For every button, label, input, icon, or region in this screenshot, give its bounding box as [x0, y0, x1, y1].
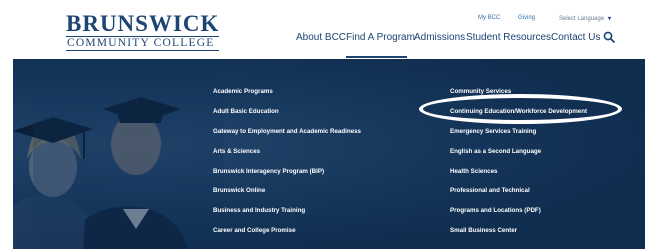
- college-logo[interactable]: BRUNSWICK COMMUNITY COLLEGE: [66, 11, 220, 51]
- chevron-down-icon: ▾: [608, 16, 612, 22]
- find-a-program-menu: Academic Programs Adult Basic Education …: [13, 59, 645, 249]
- menu-item-health-sciences[interactable]: Health Sciences: [450, 168, 497, 175]
- menu-item-emergency-services[interactable]: Emergency Services Training: [450, 128, 536, 135]
- nav-student-resources[interactable]: Student Resources: [466, 32, 551, 43]
- active-nav-indicator: [346, 56, 407, 58]
- menu-item-adult-basic-education[interactable]: Adult Basic Education: [213, 108, 279, 115]
- menu-item-esl[interactable]: English as a Second Language: [450, 148, 541, 155]
- menu-item-arts-sciences[interactable]: Arts & Sciences: [213, 148, 260, 155]
- menu-item-gateway[interactable]: Gateway to Employment and Academic Readi…: [213, 128, 361, 135]
- language-label: Select Language: [559, 16, 605, 22]
- mybcc-link[interactable]: My BCC: [478, 15, 500, 21]
- nav-contact-us[interactable]: Contact Us: [551, 32, 600, 43]
- site-header: BRUNSWICK COMMUNITY COLLEGE My BCC Givin…: [0, 0, 665, 57]
- menu-item-career-college-promise[interactable]: Career and College Promise: [213, 227, 296, 234]
- menu-item-programs-locations[interactable]: Programs and Locations (PDF): [450, 207, 541, 214]
- menu-item-bip[interactable]: Brunswick Interagency Program (BIP): [213, 168, 324, 175]
- search-icon[interactable]: [603, 31, 615, 43]
- language-select[interactable]: Select Language ▾: [559, 15, 611, 22]
- nav-admissions[interactable]: Admissions: [414, 32, 465, 43]
- menu-item-business-industry[interactable]: Business and Industry Training: [213, 207, 305, 214]
- nav-about[interactable]: About BCC: [296, 32, 346, 43]
- highlight-annotation: [419, 94, 622, 124]
- graduates-photo: [13, 59, 223, 249]
- menu-item-professional-technical[interactable]: Professional and Technical: [450, 187, 530, 194]
- menu-item-small-business[interactable]: Small Business Center: [450, 227, 517, 234]
- logo-title: BRUNSWICK: [66, 11, 220, 36]
- giving-link[interactable]: Giving: [518, 15, 535, 21]
- menu-item-academic-programs[interactable]: Academic Programs: [213, 88, 273, 95]
- logo-subtitle: COMMUNITY COLLEGE: [66, 36, 220, 51]
- menu-item-brunswick-online[interactable]: Brunswick Online: [213, 187, 265, 194]
- nav-find-a-program[interactable]: Find A Program: [346, 32, 415, 43]
